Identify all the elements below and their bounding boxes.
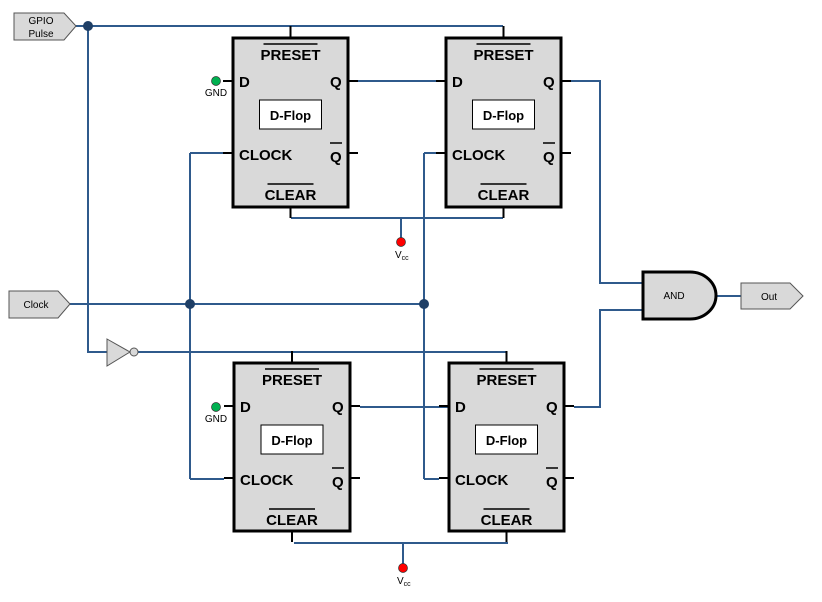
clock-input-tag: Clock	[8, 290, 71, 319]
preset-pin-label: PRESET	[476, 372, 536, 389]
wire	[571, 80, 643, 284]
gnd-dot	[211, 76, 221, 86]
flip-flop-3: PRESET CLEAR D Q CLOCK Q D-Flop	[224, 351, 360, 542]
qbar-pin-label: Q	[543, 149, 555, 166]
and-gate-label: AND	[663, 291, 684, 302]
qbar-pin-label: Q	[332, 474, 344, 491]
gpio-label-line2: Pulse	[28, 29, 53, 40]
clear-pin-label: CLEAR	[478, 187, 530, 204]
output-label: Out	[761, 292, 777, 303]
junction-dot	[419, 299, 429, 309]
junction-dot	[83, 21, 93, 31]
d-pin-label: D	[240, 399, 251, 416]
q-pin-label: Q	[543, 74, 555, 91]
clock-pin-label: CLOCK	[239, 147, 292, 164]
preset-pin-label: PRESET	[262, 372, 322, 389]
junction-dot	[185, 299, 195, 309]
d-flop-title: D-Flop	[483, 108, 524, 123]
wire	[574, 309, 643, 408]
gnd-label: GND	[205, 414, 227, 425]
clock-pin-label: CLOCK	[455, 472, 508, 489]
inverter-bubble	[129, 347, 139, 357]
q-pin-label: Q	[332, 399, 344, 416]
inverter-gate	[106, 338, 139, 367]
flip-flop-1: PRESET CLEAR D Q CLOCK Q D-Flop	[223, 26, 358, 218]
d-flop-title: D-Flop	[270, 108, 311, 123]
d-pin-label: D	[452, 74, 463, 91]
preset-pin-label: PRESET	[473, 47, 533, 64]
vcc-label: Vcc	[395, 250, 409, 262]
qbar-pin-label: Q	[546, 474, 558, 491]
clear-pin-label: CLEAR	[481, 512, 533, 529]
clock-pin-label: CLOCK	[240, 472, 293, 489]
gpio-pulse-input-tag: GPIO Pulse	[13, 12, 77, 41]
and-gate: AND	[641, 270, 718, 321]
clock-pin-label: CLOCK	[452, 147, 505, 164]
clear-pin-label: CLEAR	[265, 187, 317, 204]
gnd-label: GND	[205, 88, 227, 99]
preset-pin-label: PRESET	[260, 47, 320, 64]
d-pin-label: D	[239, 74, 250, 91]
clock-input-label: Clock	[23, 300, 49, 311]
output-tag: Out	[740, 282, 804, 310]
clear-pin-label: CLEAR	[266, 512, 318, 529]
q-pin-label: Q	[330, 74, 342, 91]
gpio-label-line1: GPIO	[28, 16, 53, 27]
vcc-dot	[396, 237, 406, 247]
circuit-diagram: PRESET CLEAR D Q CLOCK Q D-Flop PRESET CLEAR D Q CL…	[8, 12, 804, 588]
q-pin-label: Q	[546, 399, 558, 416]
d-flop-title: D-Flop	[486, 433, 527, 448]
flip-flop-4: PRESET CLEAR D Q CLOCK Q D-Flop	[439, 351, 574, 542]
gnd-dot	[211, 402, 221, 412]
d-flop-title: D-Flop	[271, 433, 312, 448]
vcc-dot	[398, 563, 408, 573]
flip-flop-2: PRESET CLEAR D Q CLOCK Q D-Flop	[436, 26, 571, 218]
d-pin-label: D	[455, 399, 466, 416]
flip-flops: PRESET CLEAR D Q CLOCK Q D-Flop PRESET CLEAR D Q CL…	[223, 26, 574, 542]
wires	[70, 21, 741, 568]
qbar-pin-label: Q	[330, 149, 342, 166]
vcc-label: Vcc	[397, 576, 411, 588]
